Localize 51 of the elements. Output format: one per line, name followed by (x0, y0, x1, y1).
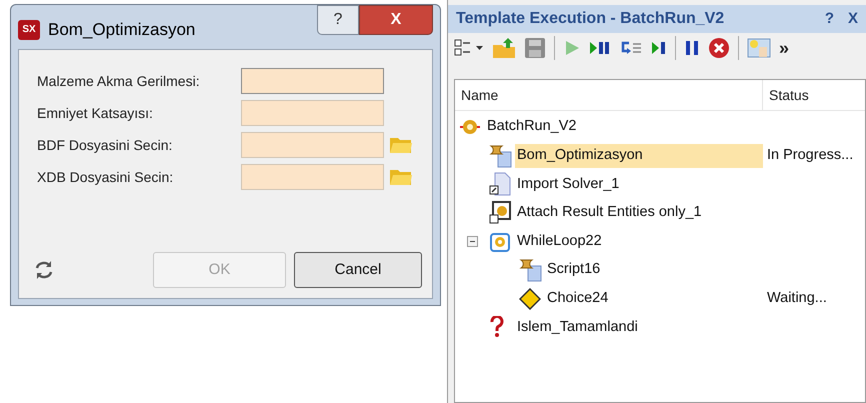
field-label: BDF Dosyasini Secin: (37, 136, 174, 155)
step-pause-icon[interactable] (589, 39, 611, 57)
tree-item[interactable]: Import Solver_1 (515, 172, 620, 196)
loop-gear-icon (489, 230, 511, 253)
script-icon (519, 258, 543, 282)
list-view-icon[interactable] (454, 38, 484, 58)
document-icon (489, 172, 511, 196)
close-button[interactable]: X (359, 5, 433, 35)
folder-icon[interactable] (389, 136, 413, 154)
tree-item[interactable]: Choice24 (545, 286, 608, 311)
diamond-icon (519, 288, 541, 310)
gear-icon (459, 118, 481, 136)
save-icon[interactable] (524, 37, 546, 59)
folder-upload-icon[interactable] (492, 37, 516, 59)
close-button[interactable]: X (848, 8, 858, 30)
column-header[interactable]: Status (763, 80, 865, 110)
loop-icon[interactable] (619, 39, 643, 57)
tree-item[interactable]: Islem_Tamamlandi (515, 315, 638, 340)
input-field[interactable] (241, 132, 384, 158)
step-icon[interactable] (651, 39, 667, 57)
input-field[interactable] (241, 68, 384, 94)
field-label: XDB Dosyasini Secin: (37, 168, 174, 187)
panel-title: Template Execution - BatchRun_V2 (456, 9, 724, 29)
tree-item[interactable]: BatchRun_V2 (485, 115, 576, 140)
more-button[interactable]: » (779, 34, 790, 62)
column-header[interactable]: Name (455, 80, 763, 110)
field-label: Emniyet Katsayısı: (37, 104, 154, 123)
pause-icon[interactable] (684, 39, 700, 57)
stop-icon[interactable] (708, 37, 730, 59)
refresh-icon[interactable] (34, 259, 54, 281)
highlight-icon[interactable] (747, 37, 771, 59)
help-button[interactable]: ? (824, 8, 834, 30)
tree-item[interactable]: Bom_Optimizasyon (515, 144, 763, 168)
help-button[interactable]: ? (317, 5, 359, 35)
status-text: Waiting... (766, 288, 828, 308)
tree-item[interactable]: Attach Result Entities only_1 (515, 201, 702, 226)
gear-document-icon (489, 201, 511, 226)
window-title: Bom_Optimizasyon (48, 19, 196, 41)
input-field[interactable] (241, 164, 384, 190)
input-field[interactable] (241, 100, 384, 126)
status-text: In Progress... (766, 146, 854, 166)
collapse-toggle[interactable] (467, 236, 478, 248)
folder-icon[interactable] (389, 168, 413, 186)
play-icon[interactable] (563, 39, 581, 57)
field-label: Malzeme Akma Gerilmesi: (37, 72, 201, 90)
app-logo: SX (18, 20, 40, 40)
script-icon (489, 144, 513, 168)
tree-item[interactable]: WhileLoop22 (515, 230, 602, 254)
cancel-button[interactable]: Cancel (294, 252, 422, 288)
tree-item[interactable]: Script16 (545, 258, 600, 282)
question-icon (489, 316, 505, 338)
